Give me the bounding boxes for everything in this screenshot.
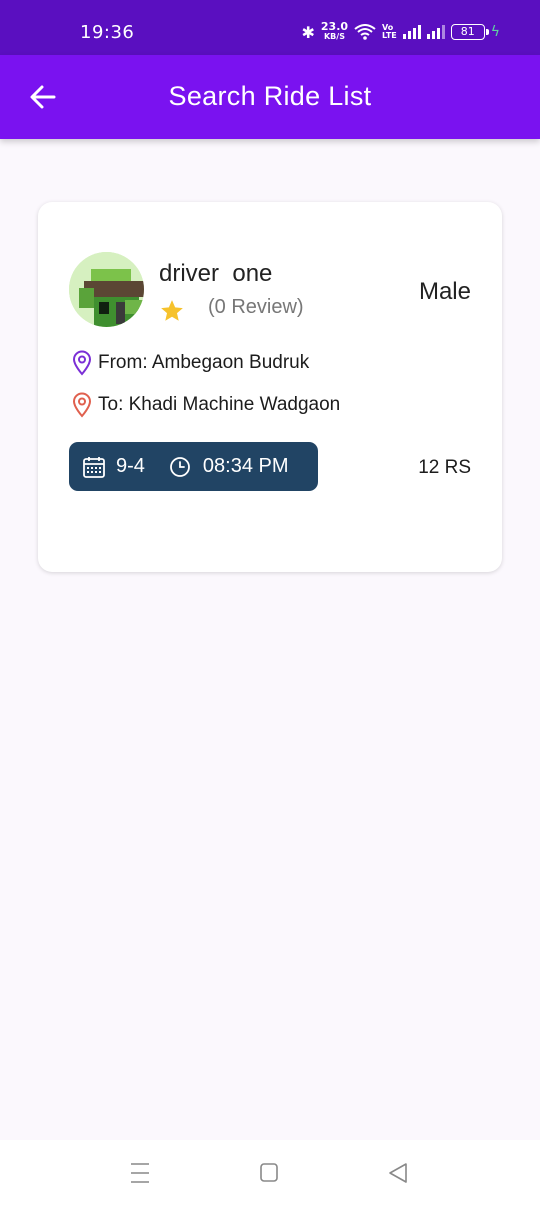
from-location: From: Ambegaon Budruk	[72, 350, 309, 376]
ride-date: 9-4	[116, 455, 145, 477]
back-triangle-icon[interactable]	[387, 1162, 409, 1184]
charging-icon: ϟ	[490, 24, 500, 40]
volte-bottom: LTE	[382, 31, 397, 40]
signal-2-icon	[426, 25, 445, 39]
driver-name: driver one	[159, 260, 273, 287]
driver-gender: Male	[418, 278, 471, 305]
app-bar: Search Ride List	[0, 55, 540, 139]
status-icons: ✱ 23.0 KB/S Vo LTE 81 ϟ	[301, 20, 501, 42]
network-speed: 23.0 KB/S	[320, 20, 349, 42]
to-text: To: Khadi Machine Wadgaon	[98, 394, 341, 415]
wifi-icon	[354, 24, 376, 40]
location-pin-icon	[72, 350, 92, 376]
star-icon	[161, 300, 183, 321]
status-time: 19:36	[80, 22, 135, 43]
ride-datetime-badge: 9-4 08:34 PM	[69, 442, 318, 491]
to-location: To: Khadi Machine Wadgaon	[72, 392, 340, 418]
clock-icon	[170, 456, 190, 477]
battery-icon: 81	[450, 24, 489, 40]
network-speed-value: 23.0	[320, 20, 349, 33]
signal-1-icon	[402, 25, 421, 39]
ride-price: 12 RS	[418, 457, 471, 478]
avatar	[69, 252, 144, 327]
volte-icon: Vo LTE	[382, 24, 397, 40]
calendar-icon	[83, 456, 105, 478]
home-icon[interactable]	[259, 1162, 279, 1184]
recents-icon[interactable]	[130, 1162, 150, 1184]
avatar-image	[69, 252, 144, 327]
location-pin-icon	[72, 392, 92, 418]
from-text: From: Ambegaon Budruk	[98, 352, 310, 373]
ride-time: 08:34 PM	[202, 455, 289, 477]
page-title: Search Ride List	[168, 81, 372, 111]
review-count: (0 Review)	[208, 296, 304, 318]
ride-card[interactable]: driver one (0 Review) Male From: Ambegao…	[38, 202, 502, 572]
network-speed-unit: KB/S	[323, 32, 345, 41]
bluetooth-icon: ✱	[301, 22, 315, 42]
status-bar: 19:36 ✱ 23.0 KB/S Vo LTE 81 ϟ	[0, 0, 540, 55]
system-nav-bar	[0, 1140, 540, 1206]
